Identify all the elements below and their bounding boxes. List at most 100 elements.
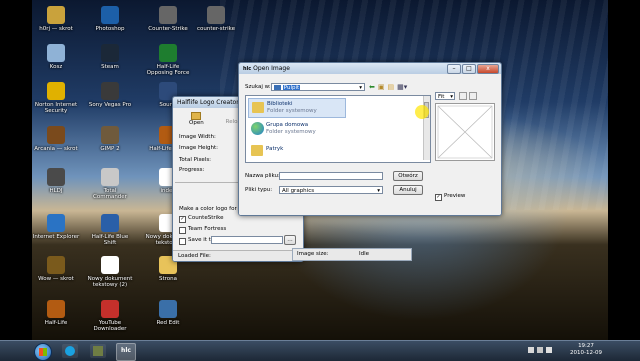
desktop-icon-label: Counter-Strike bbox=[148, 26, 188, 32]
status-image-size: Image size: bbox=[297, 251, 329, 257]
desktop-icon[interactable]: h0rj — skrot bbox=[32, 6, 80, 32]
desktop-icon[interactable]: HLDJ bbox=[32, 168, 80, 194]
half-life-icon bbox=[47, 300, 65, 318]
desktop-icon[interactable]: Half-Life Opposing Force bbox=[144, 44, 192, 76]
look-in-value: Pulpit bbox=[282, 85, 301, 91]
skype-icon bbox=[65, 346, 75, 356]
network-icon[interactable] bbox=[537, 347, 543, 353]
view-menu-icon[interactable]: ▦▾ bbox=[397, 83, 407, 91]
counterstrike-checkbox[interactable]: ✓ bbox=[179, 216, 186, 223]
save-to-checkbox[interactable] bbox=[179, 238, 186, 245]
preview-tool-icon[interactable] bbox=[459, 92, 467, 100]
clock[interactable]: 19:27 2010-12-09 bbox=[566, 343, 606, 357]
list-item-type: Folder systemowy bbox=[266, 129, 316, 135]
list-item[interactable]: Patryk bbox=[248, 143, 344, 159]
desktop-icon[interactable]: Red Edit bbox=[144, 300, 192, 326]
desktop-icon[interactable]: Internet Explorer bbox=[32, 214, 80, 240]
look-in-combo[interactable]: Pulpit ▾ bbox=[271, 83, 365, 91]
desktop-icon-label: Half-Life bbox=[44, 320, 68, 326]
desktop-icon[interactable]: Nowy dokument tekstowy (2) bbox=[86, 256, 134, 288]
desktop-icon[interactable]: Total Commander bbox=[86, 168, 134, 200]
desktop-icon[interactable]: YouTube Downloader bbox=[86, 300, 134, 332]
desktop-icon[interactable]: Steam bbox=[86, 44, 134, 70]
libraries-icon bbox=[252, 102, 264, 113]
desktop: h0rj — skrot Photoshop Counter-Strike count… bbox=[0, 0, 640, 340]
letterbox-left bbox=[0, 0, 32, 340]
list-item-type: Folder systemowy bbox=[267, 108, 317, 114]
save-path-field[interactable] bbox=[211, 236, 283, 244]
desktop-icon-label: counter-strike bbox=[197, 26, 235, 32]
start-button[interactable] bbox=[34, 343, 52, 361]
status-loaded-file: Loaded File: bbox=[178, 253, 211, 259]
clock-date: 2010-12-09 bbox=[570, 350, 602, 356]
image-height-label: Image Height: bbox=[179, 145, 219, 151]
total-commander-icon bbox=[101, 168, 119, 186]
open-label: Open bbox=[189, 120, 204, 126]
back-arrow-icon[interactable]: ⬅ bbox=[369, 83, 375, 91]
total-pixels-label: Total Pixels: bbox=[179, 157, 212, 163]
volume-icon[interactable] bbox=[546, 347, 552, 353]
desktop-icon-label: Photoshop bbox=[95, 26, 125, 32]
desktop-icon-label: Strona bbox=[158, 276, 177, 282]
list-item[interactable]: Biblioteki Folder systemowy bbox=[248, 98, 346, 118]
desktop-icon-label: Norton Internet Security bbox=[34, 102, 78, 114]
desktop-icon[interactable]: Kosz bbox=[32, 44, 80, 70]
desktop-icon[interactable]: Sony Vegas Pro bbox=[86, 82, 134, 108]
hldj-icon bbox=[47, 168, 65, 186]
desktop-icon-label: h0rj — skrot bbox=[39, 26, 73, 32]
desktop-icon-label: Wow — skrot bbox=[38, 276, 74, 282]
wow-icon bbox=[47, 256, 65, 274]
red-edit-icon bbox=[159, 300, 177, 318]
list-item-name: Patryk bbox=[266, 146, 284, 152]
taskbar-hldj-button[interactable] bbox=[90, 344, 106, 358]
nav-toolbar: ⬅ ▣ ▤ ▦▾ bbox=[369, 83, 407, 91]
cancel-button[interactable]: Anuluj bbox=[393, 185, 423, 195]
desktop-icon-label: HLDJ bbox=[49, 188, 63, 194]
desktop-icon[interactable]: counter-strike bbox=[192, 6, 240, 32]
recycle-bin-icon bbox=[47, 44, 65, 62]
maximize-button[interactable]: □ bbox=[462, 64, 476, 74]
flag-icon[interactable] bbox=[528, 347, 534, 353]
desktop-icon-label: Arcania — skrot bbox=[34, 146, 78, 152]
list-item-name: Biblioteki bbox=[267, 101, 293, 107]
desktop-icon[interactable]: Wow — skrot bbox=[32, 256, 80, 282]
open-button[interactable]: Otwórz bbox=[393, 171, 423, 181]
hldj-icon bbox=[93, 346, 103, 356]
minimize-button[interactable]: – bbox=[447, 64, 461, 74]
taskbar-skype-button[interactable] bbox=[62, 344, 78, 358]
new-folder-icon[interactable]: ▤ bbox=[388, 83, 395, 91]
desktop-icon-label: Sony Vegas Pro bbox=[88, 102, 132, 108]
close-button[interactable]: x bbox=[477, 64, 499, 74]
system-tray bbox=[528, 347, 552, 353]
desktop-icon[interactable]: Norton Internet Security bbox=[32, 82, 80, 114]
zoom-select[interactable]: Fit ▾ bbox=[435, 92, 455, 100]
file-list[interactable]: Biblioteki Folder systemowy Grupa domowa… bbox=[245, 95, 431, 163]
list-item[interactable]: Grupa domowa Folder systemowy bbox=[248, 120, 344, 138]
team-fortress-checkbox[interactable] bbox=[179, 227, 186, 234]
progress-label: Progress: bbox=[179, 167, 205, 173]
desktop-icon[interactable]: GIMP 2 bbox=[86, 126, 134, 152]
open-toolbar-button[interactable]: Open bbox=[189, 112, 204, 126]
preview-checkbox[interactable]: ✓ bbox=[435, 194, 442, 201]
taskbar-logo-creator-button[interactable]: hlc bbox=[116, 343, 136, 361]
norton-icon bbox=[47, 82, 65, 100]
desktop-icon[interactable]: Half-Life Blue Shift bbox=[86, 214, 134, 246]
mouse-cursor-highlight bbox=[415, 105, 429, 119]
desktop-icon-label: Half-Life Opposing Force bbox=[146, 64, 190, 76]
filetype-select[interactable]: All graphics ▾ bbox=[279, 186, 383, 194]
up-folder-icon[interactable]: ▣ bbox=[378, 83, 385, 91]
half-life-of-icon bbox=[159, 44, 177, 62]
desktop-icon-label: Half-Life Blue Shift bbox=[91, 234, 129, 246]
counterstrike-label: CounteStrike bbox=[188, 215, 224, 221]
desktop-icon[interactable]: Counter-Strike bbox=[144, 6, 192, 32]
preview-tool-icon[interactable] bbox=[469, 92, 477, 100]
chevron-down-icon: ▾ bbox=[359, 85, 362, 91]
desktop-icon[interactable]: Half-Life bbox=[32, 300, 80, 326]
empty-preview-icon bbox=[437, 105, 493, 159]
letterbox-right bbox=[608, 0, 640, 340]
browse-button[interactable]: … bbox=[284, 235, 296, 245]
desktop-icon[interactable]: Arcania — skrot bbox=[32, 126, 80, 152]
list-item-name: Grupa domowa bbox=[266, 122, 309, 128]
filename-input[interactable] bbox=[279, 172, 383, 180]
desktop-icon[interactable]: Photoshop bbox=[86, 6, 134, 32]
